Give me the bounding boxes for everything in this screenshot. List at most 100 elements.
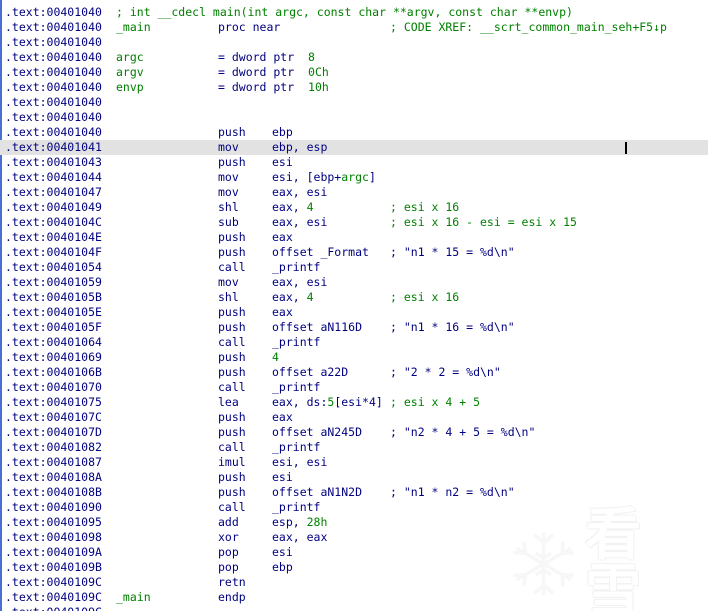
line-address: .text:0040109C (5, 605, 102, 611)
disassembly-line[interactable]: .text:0040104C sub eax, esi ; esi x 16 - es… (0, 215, 708, 230)
instruction-operand[interactable]: offset a22D (272, 365, 348, 380)
disassembly-line[interactable]: .text:00401064 call _printf (0, 335, 708, 350)
instruction-mnemonic: push (218, 485, 246, 499)
line-address: .text:00401044 (5, 170, 102, 184)
instruction-operand[interactable]: ebp (272, 560, 293, 575)
instruction-mnemonic: call (218, 260, 246, 274)
instruction-operand[interactable]: esi, [ebp+argc] (272, 170, 376, 185)
line-address: .text:00401040 (5, 65, 102, 79)
instruction-mnemonic: push (218, 245, 246, 259)
disassembly-line[interactable]: .text:00401047 mov eax, esi (0, 185, 708, 200)
line-address: .text:00401040 (5, 35, 102, 49)
instruction-operand[interactable]: 4 (272, 350, 279, 365)
instruction-operand[interactable]: _printf (272, 335, 320, 350)
disassembly-line[interactable]: .text:0040109C _main endp (0, 590, 708, 605)
disassembly-line[interactable]: .text:0040109C retn (0, 575, 708, 590)
disassembly-line[interactable]: .text:00401040 (0, 35, 708, 50)
instruction-operand[interactable]: eax, eax (272, 530, 327, 545)
disassembly-line[interactable]: .text:00401040 ; int __cdecl main(int arg… (0, 5, 708, 20)
disassembly-line[interactable]: .text:00401070 call _printf (0, 380, 708, 395)
disassembly-line[interactable]: .text:00401090 call _printf (0, 500, 708, 515)
instruction-operand[interactable]: offset aN245D (272, 425, 362, 440)
disassembly-line[interactable]: .text:00401040 argc = dword ptr 8 (0, 50, 708, 65)
instruction-operand[interactable]: esi (272, 155, 293, 170)
instruction-operand[interactable]: esp, 28h (272, 515, 327, 530)
instruction-operand[interactable]: esi (272, 470, 293, 485)
instruction-mnemonic: push (218, 320, 246, 334)
disassembly-line[interactable]: .text:00401044 mov esi, [ebp+argc] (0, 170, 708, 185)
disassembly-line[interactable]: .text:00401040 (0, 95, 708, 110)
instruction-operand[interactable]: eax, esi (272, 185, 327, 200)
disassembly-line[interactable]: .text:0040105B shl eax, 4 ; esi x 16 (0, 290, 708, 305)
disassembly-line[interactable]: .text:0040107D push offset aN245D ; "n2 * 4… (0, 425, 708, 440)
line-address: .text:0040109A (5, 545, 102, 559)
line-address: .text:0040104F (5, 245, 102, 259)
line-address: .text:0040109B (5, 560, 102, 574)
disassembly-line[interactable]: .text:00401049 shl eax, 4 ; esi x 16 (0, 200, 708, 215)
instruction-mnemonic: push (218, 125, 246, 139)
line-comment: ; esi x 16 (390, 290, 460, 304)
instruction-mnemonic: xor (218, 530, 239, 544)
instruction-operand[interactable]: offset _Format (272, 245, 369, 260)
instruction-operand[interactable]: eax (272, 305, 293, 320)
disassembly-line[interactable]: .text:0040108B push offset aN1N2D ; "n1 * n… (0, 485, 708, 500)
instruction-operand[interactable]: eax, 4 (272, 290, 314, 305)
disassembly-line[interactable]: .text:00401040 (0, 110, 708, 125)
disassembly-line[interactable]: .text:0040107C push eax (0, 410, 708, 425)
disassembly-line[interactable]: .text:0040108A push esi (0, 470, 708, 485)
line-address: .text:00401064 (5, 335, 102, 349)
ida-disassembly-view[interactable]: .text:00401040 ; int __cdecl main(int arg… (0, 0, 708, 611)
instruction-mnemonic: call (218, 380, 246, 394)
disassembly-line[interactable]: .text:00401087 imul esi, esi (0, 455, 708, 470)
disassembly-line[interactable]: .text:0040109A pop esi (0, 545, 708, 560)
instruction-operand[interactable]: eax (272, 410, 293, 425)
instruction-operand[interactable]: esi (272, 545, 293, 560)
instruction-operand[interactable]: eax, esi (272, 215, 327, 230)
instruction-mnemonic: endp (218, 590, 246, 604)
disassembly-line[interactable]: .text:0040105F push offset aN116D ; "n1 * 1… (0, 320, 708, 335)
line-address: .text:00401075 (5, 395, 102, 409)
disassembly-line[interactable]: .text:00401095 add esp, 28h (0, 515, 708, 530)
instruction-operand[interactable]: offset aN116D (272, 320, 362, 335)
disassembly-listing[interactable]: .text:00401040 ; int __cdecl main(int arg… (0, 5, 708, 611)
instruction-operand[interactable]: eax, esi (272, 275, 327, 290)
disassembly-line[interactable]: .text:00401098 xor eax, eax (0, 530, 708, 545)
instruction-mnemonic: mov (218, 170, 239, 184)
instruction-operand[interactable]: _printf (272, 260, 320, 275)
disassembly-line[interactable]: .text:0040104E push eax (0, 230, 708, 245)
disassembly-line[interactable]: .text:00401040 argv = dword ptr 0Ch (0, 65, 708, 80)
disassembly-line[interactable]: .text:00401059 mov eax, esi (0, 275, 708, 290)
line-address: .text:0040105B (5, 290, 102, 304)
instruction-operand[interactable]: ebp (272, 125, 293, 140)
line-address: .text:00401040 (5, 80, 102, 94)
disassembly-line[interactable]: .text:00401082 call _printf (0, 440, 708, 455)
instruction-operand[interactable]: _printf (272, 380, 320, 395)
instruction-operand[interactable]: eax (272, 230, 293, 245)
disassembly-line[interactable]: .text:0040105E push eax (0, 305, 708, 320)
disassembly-line[interactable]: .text:00401069 push 4 (0, 350, 708, 365)
instruction-operand[interactable]: _printf (272, 500, 320, 515)
disassembly-line[interactable]: .text:0040109C (0, 605, 708, 611)
disassembly-line[interactable]: .text:0040109B pop ebp (0, 560, 708, 575)
disassembly-line[interactable]: .text:00401054 call _printf (0, 260, 708, 275)
line-address: .text:0040108B (5, 485, 102, 499)
disassembly-line[interactable]: .text:00401040 _main proc near ; CODE XREF:… (0, 20, 708, 35)
instruction-operand[interactable]: esi, esi (272, 455, 327, 470)
symbol-name: _main (116, 20, 151, 34)
instruction-mnemonic: push (218, 155, 246, 169)
instruction-operand[interactable]: offset aN1N2D (272, 485, 362, 500)
disassembly-line[interactable]: .text:00401040 push ebp (0, 125, 708, 140)
disassembly-line[interactable]: .text:0040104F push offset _Format ; "n1 * … (0, 245, 708, 260)
instruction-mnemonic: retn (218, 575, 246, 589)
instruction-operand[interactable]: _printf (272, 440, 320, 455)
disassembly-line[interactable]: .text:00401043 push esi (0, 155, 708, 170)
line-comment: ; int __cdecl main(int argc, const char … (116, 5, 573, 19)
instruction-operand[interactable]: ebp, esp (272, 140, 327, 155)
line-address: .text:00401040 (5, 95, 102, 109)
disassembly-line[interactable]: .text:00401040 envp = dword ptr 10h (0, 80, 708, 95)
disassembly-line[interactable]: .text:0040106B push offset a22D ; "2 * 2 = … (0, 365, 708, 380)
disassembly-line-selected[interactable]: .text:00401041 mov ebp, esp (0, 140, 708, 155)
disassembly-line[interactable]: .text:00401075 lea eax, ds:5[esi*4] ; esi x… (0, 395, 708, 410)
instruction-operand[interactable]: eax, 4 (272, 200, 314, 215)
instruction-operand[interactable]: eax, ds:5[esi*4] (272, 395, 383, 410)
